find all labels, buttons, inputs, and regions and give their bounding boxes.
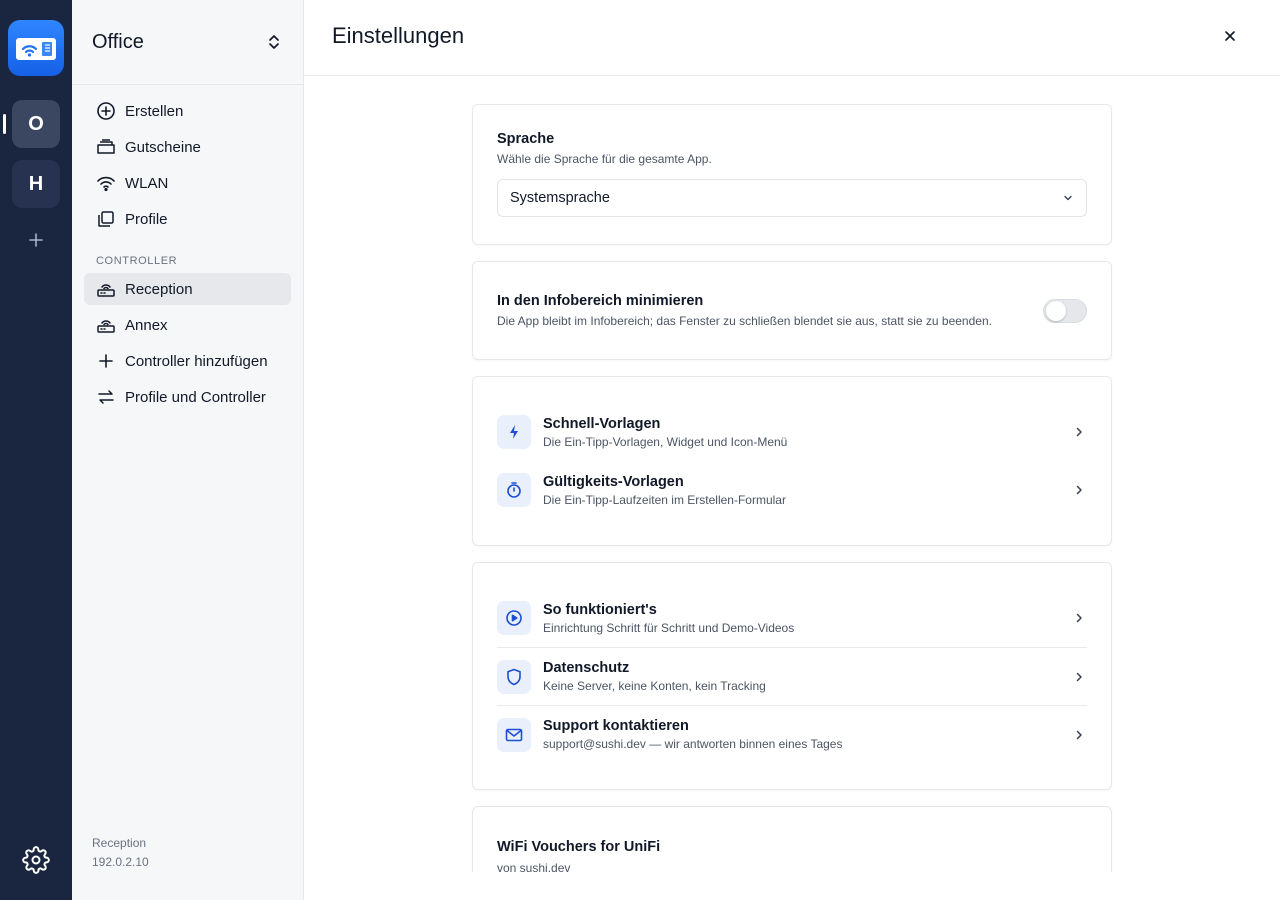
language-card: Sprache Wähle die Sprache für die gesamt… xyxy=(472,104,1112,245)
language-select[interactable]: Systemsprache xyxy=(497,179,1087,217)
row-subtitle: Einrichtung Schritt für Schritt und Demo… xyxy=(543,620,795,635)
settings-header: Einstellungen xyxy=(304,0,1280,76)
chevron-down-icon xyxy=(1064,195,1072,201)
row-subtitle: Keine Server, keine Konten, kein Trackin… xyxy=(543,679,766,693)
nav-item-label: Controller hinzufügen xyxy=(125,352,268,370)
row-schnell-vorlagen[interactable]: Schnell-Vorlagen Die Ein-Tipp-Vorlagen, … xyxy=(497,403,1087,461)
tray-card: In den Infobereich minimieren Die App bl… xyxy=(472,261,1112,360)
add-workspace-button[interactable] xyxy=(24,228,48,252)
copy-icon xyxy=(98,211,114,227)
row-icon xyxy=(497,659,531,694)
plus-icon xyxy=(99,354,113,368)
plus-icon xyxy=(29,233,43,247)
workspace-o[interactable]: O xyxy=(12,100,60,148)
row-how-it-works[interactable]: So funktioniert's Einrichtung Schritt fü… xyxy=(497,589,1087,647)
workspace-switcher[interactable]: Office xyxy=(72,0,303,85)
workspace-letter: O xyxy=(28,112,44,135)
nav-item-add-controller[interactable]: Controller hinzufügen xyxy=(84,345,291,377)
scroll-fade xyxy=(304,872,1280,900)
gear-icon xyxy=(22,846,50,874)
chevron-right-icon xyxy=(1076,427,1082,437)
row-gueltigkeits-vorlagen[interactable]: Gültigkeits-Vorlagen Die Ein-Tipp-Laufze… xyxy=(497,461,1087,519)
row-title: Datenschutz xyxy=(543,660,630,676)
row-subtitle: support@sushi.dev — wir antworten binnen… xyxy=(543,737,843,751)
toggle-knob xyxy=(1046,300,1066,321)
workspace-h[interactable]: H xyxy=(12,160,60,208)
play-circle-icon xyxy=(506,610,522,626)
row-icon xyxy=(497,601,531,635)
close-icon xyxy=(1225,30,1235,41)
page-title: Einstellungen xyxy=(332,22,465,48)
nav-item-gutscheine[interactable]: Gutscheine xyxy=(84,131,291,163)
chevron-right-icon xyxy=(1076,485,1082,495)
row-icon xyxy=(497,415,531,449)
chevron-right-icon xyxy=(1076,672,1082,681)
controller-section-label: CONTROLLER xyxy=(96,255,178,267)
nav-item-label: Profile xyxy=(125,210,168,228)
row-icon xyxy=(497,717,531,752)
workspace-name: Office xyxy=(92,30,144,53)
plus-circle-icon xyxy=(97,102,115,120)
mail-icon xyxy=(505,728,523,741)
nav-item-wlan[interactable]: WLAN xyxy=(84,167,291,199)
nav-item-label: Annex xyxy=(125,316,168,334)
settings-content: Sprache Wähle die Sprache für die gesamt… xyxy=(472,104,1112,900)
nav-item-label: Profile und Controller xyxy=(125,388,266,406)
chevron-up-down-icon xyxy=(269,35,279,49)
row-title: Schnell-Vorlagen xyxy=(543,415,661,432)
tray-toggle[interactable] xyxy=(1043,298,1087,323)
chevron-right-icon xyxy=(1076,613,1082,623)
about-title: WiFi Vouchers for UniFi xyxy=(497,839,661,855)
main-nav: Erstellen Gutscheine WLAN Profile CONTRO… xyxy=(72,85,303,413)
nav-item-profile[interactable]: Profile xyxy=(84,203,291,235)
nav-item-label: Reception xyxy=(125,280,193,298)
nav-item-label: WLAN xyxy=(125,174,169,192)
language-selected-value: Systemsprache xyxy=(510,190,610,206)
info-card: So funktioniert's Einrichtung Schritt fü… xyxy=(472,562,1112,790)
footer-controller-ip: 192.0.2.10 xyxy=(92,855,149,869)
settings-button[interactable] xyxy=(22,846,50,874)
wifi-ticket-icon xyxy=(16,38,56,60)
wifi-icon xyxy=(97,176,115,192)
settings-panel: Einstellungen Sprache Wähle die Sprache … xyxy=(304,0,1280,900)
arrows-exchange-icon xyxy=(98,390,114,404)
sidebar: Office Erstellen Gutscheine WLAN Profile… xyxy=(72,0,304,900)
router-icon xyxy=(97,320,115,333)
row-icon xyxy=(497,473,531,507)
language-subtitle: Wähle die Sprache für die gesamte App. xyxy=(497,152,712,166)
row-title: Gültigkeits-Vorlagen xyxy=(543,473,684,490)
nav-item-label: Gutscheine xyxy=(125,138,201,156)
nav-item-annex[interactable]: Annex xyxy=(84,309,291,341)
app-logo xyxy=(8,20,64,76)
row-contact-support[interactable]: Support kontaktieren support@sushi.dev —… xyxy=(497,705,1087,763)
nav-item-reception[interactable]: Reception xyxy=(84,273,291,305)
bolt-icon xyxy=(510,425,518,439)
tray-title: In den Infobereich minimieren xyxy=(497,293,704,309)
nav-item-erstellen[interactable]: Erstellen xyxy=(84,95,291,127)
row-subtitle: Die Ein-Tipp-Vorlagen, Widget und Icon-M… xyxy=(543,434,788,449)
tickets-icon xyxy=(97,139,115,154)
router-icon xyxy=(97,284,115,297)
chevron-right-icon xyxy=(1076,730,1082,739)
close-button[interactable] xyxy=(1220,26,1240,46)
footer-controller-name: Reception xyxy=(92,836,147,850)
row-title: Support kontaktieren xyxy=(543,718,689,734)
tray-subtitle: Die App bleibt im Infobereich; das Fenst… xyxy=(497,314,992,328)
row-subtitle: Die Ein-Tipp-Laufzeiten im Erstellen-For… xyxy=(543,492,786,507)
active-workspace-indicator xyxy=(3,114,6,134)
language-title: Sprache xyxy=(497,131,555,147)
workspace-rail: O H xyxy=(0,0,72,900)
row-privacy[interactable]: Datenschutz Keine Server, keine Konten, … xyxy=(497,647,1087,705)
templates-card: Schnell-Vorlagen Die Ein-Tipp-Vorlagen, … xyxy=(472,376,1112,546)
workspace-letter: H xyxy=(28,172,44,195)
shield-icon xyxy=(507,668,521,685)
stopwatch-icon xyxy=(507,482,521,498)
row-title: So funktioniert's xyxy=(543,601,657,618)
sidebar-footer: Reception 192.0.2.10 xyxy=(92,834,149,872)
nav-item-label: Erstellen xyxy=(125,102,184,120)
nav-item-profiles-and-controllers[interactable]: Profile und Controller xyxy=(84,381,291,413)
